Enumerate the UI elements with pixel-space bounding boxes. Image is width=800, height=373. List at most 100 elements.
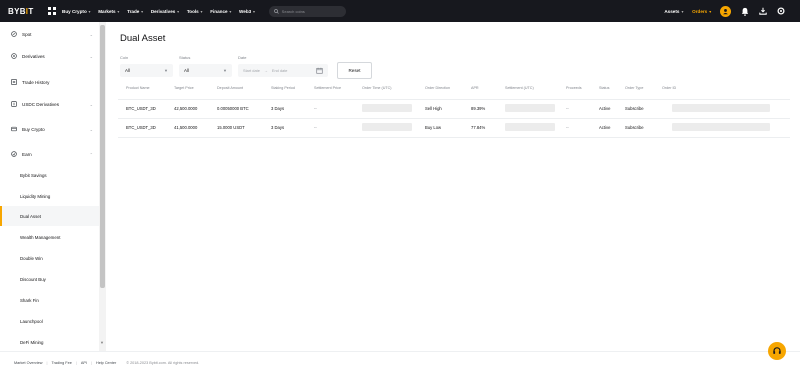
cell-status: Active bbox=[599, 106, 611, 111]
column-header-apr: APR bbox=[471, 86, 479, 90]
scroll-down-arrow-icon[interactable]: ▼ bbox=[100, 340, 104, 345]
nav-tools[interactable]: Tools▼ bbox=[187, 9, 203, 14]
header-divider bbox=[118, 99, 790, 100]
redacted-order-time bbox=[362, 104, 412, 112]
sidebar-item-derivatives[interactable]: Derivatives ⌄ bbox=[0, 46, 99, 66]
start-date-input[interactable]: Start date bbox=[243, 68, 260, 73]
nav-derivatives[interactable]: Derivatives▼ bbox=[151, 9, 180, 14]
sidebar-item-label: Trade History bbox=[22, 79, 50, 85]
range-arrow-icon: → bbox=[263, 68, 268, 73]
cell-settlement-price: -- bbox=[314, 125, 317, 130]
cell-order-direction: Sell High bbox=[425, 106, 442, 111]
footer-link-help-center[interactable]: Help Center bbox=[96, 361, 116, 365]
search-icon bbox=[273, 8, 279, 14]
status-select-value: All bbox=[184, 68, 189, 73]
cell-target-price: 42,500.0000 bbox=[174, 106, 198, 111]
column-header-target-price: Target Price bbox=[174, 86, 194, 90]
status-filter-label: Status bbox=[179, 55, 191, 60]
column-header-staking-period: Staking Period bbox=[271, 86, 295, 90]
column-header-settlement-price: Settlement Price bbox=[314, 86, 342, 90]
bybit-logo[interactable]: BYBIT bbox=[8, 7, 42, 16]
cell-deposit-amount: 0.00050000 BTC bbox=[217, 106, 249, 111]
top-right-actions: Assets ▼ Orders ▼ bbox=[664, 0, 794, 22]
column-header-proceeds: Proceeds bbox=[566, 86, 582, 90]
redacted-settlement-time bbox=[505, 123, 555, 131]
sidebar-subitem-bybit-savings[interactable]: Bybit Savings bbox=[0, 165, 99, 185]
copyright-text: © 2018-2023 Bybit.com. All rights reserv… bbox=[126, 360, 200, 365]
cell-staking-period: 3 Days bbox=[271, 125, 285, 130]
chevron-up-icon: ⌃ bbox=[89, 151, 93, 157]
nav-buy-crypto[interactable]: Buy Crypto▼ bbox=[62, 9, 91, 14]
nav-assets[interactable]: Assets ▼ bbox=[664, 9, 684, 14]
sidebar-subitem-double-win[interactable]: Double Win bbox=[0, 248, 99, 268]
search-input[interactable]: Search coins bbox=[268, 5, 346, 17]
sidebar-item-spot[interactable]: Spot ⌄ bbox=[0, 24, 99, 44]
headset-icon[interactable] bbox=[768, 342, 786, 360]
sidebar-item-buy-crypto[interactable]: Buy Crypto ⌄ bbox=[0, 119, 99, 139]
column-header-settlement-time: Settlement (UTC) bbox=[505, 86, 534, 90]
footer-link-api[interactable]: API bbox=[81, 361, 87, 365]
cell-proceeds: -- bbox=[566, 125, 569, 130]
cell-settlement-price: -- bbox=[314, 106, 317, 111]
sidebar-item-label: USDC Derivatives bbox=[22, 101, 60, 107]
cell-deposit-amount: 15.0000 USDT bbox=[217, 125, 245, 130]
download-icon[interactable] bbox=[758, 6, 768, 16]
nav-orders[interactable]: Orders ▼ bbox=[692, 9, 712, 14]
cell-order-direction: Buy Low bbox=[425, 125, 442, 130]
settings-icon[interactable] bbox=[776, 6, 786, 16]
sidebar-item-earn[interactable]: Earn ⌃ bbox=[0, 144, 99, 164]
footer-link-trading-fee[interactable]: Trading Fee bbox=[51, 361, 71, 365]
sidebar-subitem-shark-fin[interactable]: Shark Fin bbox=[0, 290, 99, 310]
column-header-order-id: Order ID bbox=[662, 86, 677, 90]
sidebar-scrollbar-thumb[interactable] bbox=[100, 25, 105, 288]
column-header-order-direction: Order Direction bbox=[425, 86, 451, 90]
sidebar-subitem-label: Discount Buy bbox=[20, 276, 46, 282]
row-divider bbox=[118, 118, 790, 119]
main-nav: Buy Crypto▼ Markets▼ Trade▼ Derivatives▼… bbox=[62, 9, 263, 14]
chevron-down-icon: ⌄ bbox=[89, 53, 93, 59]
cell-order-type: Subscribe bbox=[625, 106, 644, 111]
nav-markets[interactable]: Markets▼ bbox=[98, 9, 120, 14]
top-navigation-bar: BYBIT Buy Crypto▼ Markets▼ Trade▼ Deriva… bbox=[0, 0, 800, 22]
end-date-input[interactable]: End date bbox=[272, 68, 288, 73]
sidebar-subitem-label: Bybit Savings bbox=[20, 172, 47, 178]
cell-product-name: BTC_USDT_3D bbox=[126, 125, 156, 130]
sidebar-subitem-label: Liquidity Mining bbox=[20, 193, 51, 199]
main-content: Dual Asset Coin All ▼ Status All ▼ Date … bbox=[106, 22, 800, 351]
footer-link-market-overview[interactable]: Market Overview bbox=[14, 361, 42, 365]
reset-button[interactable]: Reset bbox=[337, 62, 372, 79]
sidebar-subitem-discount-buy[interactable]: Discount Buy bbox=[0, 269, 99, 289]
sidebar-subitem-label: Launchpool bbox=[20, 318, 43, 324]
date-range-picker[interactable]: Start date → End date bbox=[238, 64, 328, 77]
sidebar-subitem-liquidity-mining[interactable]: Liquidity Mining bbox=[0, 186, 99, 206]
spot-icon bbox=[11, 31, 17, 37]
redacted-order-id bbox=[672, 123, 770, 131]
sidebar-subitem-dual-asset[interactable]: Dual Asset bbox=[0, 206, 99, 226]
history-icon bbox=[11, 79, 17, 85]
chevron-down-icon: ⌄ bbox=[89, 101, 93, 107]
sidebar-subitem-launchpool[interactable]: Launchpool bbox=[0, 311, 99, 331]
sidebar-subitem-wealth-management[interactable]: Wealth Management bbox=[0, 227, 99, 247]
sidebar-subitem-defi-mining[interactable]: DeFi Mining bbox=[0, 332, 99, 352]
sidebar-subitem-label: Wealth Management bbox=[20, 234, 61, 240]
nav-finance[interactable]: Finance▼ bbox=[210, 9, 232, 14]
sidebar-subitem-label: Shark Fin bbox=[20, 297, 39, 303]
footer-separator: | bbox=[46, 360, 48, 365]
coin-select[interactable]: All ▼ bbox=[120, 64, 173, 77]
nav-web3[interactable]: Web3▼ bbox=[239, 9, 256, 14]
coin-filter-label: Coin bbox=[120, 55, 129, 60]
avatar[interactable] bbox=[720, 5, 731, 17]
column-header-order-time: Order Time (UTC) bbox=[362, 86, 392, 90]
status-select[interactable]: All ▼ bbox=[179, 64, 232, 77]
earn-icon bbox=[11, 151, 17, 157]
sidebar-subitem-label: Double Win bbox=[20, 255, 43, 261]
sidebar-item-label: Derivatives bbox=[22, 53, 45, 59]
apps-grid-icon[interactable] bbox=[46, 6, 58, 16]
sidebar-item-label: Spot bbox=[22, 31, 32, 37]
sidebar-item-trade-history[interactable]: Trade History bbox=[0, 72, 99, 92]
cell-product-name: BTC_USDT_3D bbox=[126, 106, 156, 111]
nav-trade[interactable]: Trade▼ bbox=[127, 9, 144, 14]
sidebar-item-usdc-derivatives[interactable]: USDC Derivatives ⌄ bbox=[0, 94, 99, 114]
chevron-down-icon: ▼ bbox=[223, 68, 227, 73]
bell-icon[interactable] bbox=[740, 6, 750, 16]
